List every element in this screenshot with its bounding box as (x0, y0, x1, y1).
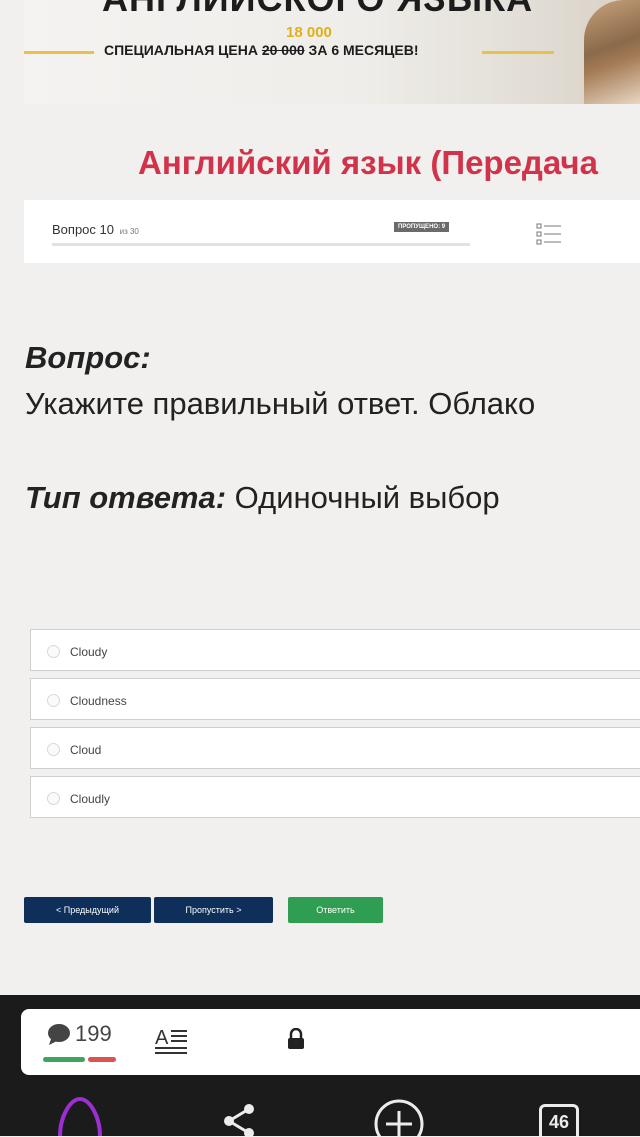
banner-offer-prefix: СПЕЦИАЛЬНАЯ ЦЕНА (104, 42, 258, 58)
answer-option[interactable]: Cloud (30, 727, 640, 769)
answer-option-label: Cloudy (70, 645, 108, 659)
promo-banner[interactable]: АНГЛИЙСКОГО ЯЗЫКА 18 000 СПЕЦИАЛЬНАЯ ЦЕН… (24, 0, 640, 104)
question-list-icon[interactable] (536, 222, 562, 246)
banner-offer: СПЕЦИАЛЬНАЯ ЦЕНА 20 000 ЗА 6 МЕСЯЦЕВ! (104, 42, 419, 58)
text-size-icon[interactable]: A (154, 1025, 188, 1057)
skipped-badge: ПРОПУЩЕНО: 9 (394, 222, 450, 232)
svg-text:A: A (155, 1027, 169, 1049)
question-counter: Вопрос 10 из 30 (52, 222, 139, 237)
question-number: Вопрос 10 (52, 222, 114, 237)
comments-button[interactable]: 199 (47, 1021, 112, 1047)
progress-card: Вопрос 10 из 30 ПРОПУЩЕНО: 9 (24, 200, 640, 263)
answer-option-label: Cloudness (70, 694, 127, 708)
radio-button[interactable] (47, 792, 60, 805)
answer-type: Тип ответа: Одиночный выбор (25, 480, 500, 516)
tabs-icon[interactable]: 46 (539, 1104, 579, 1136)
rating-positive-bar (43, 1057, 85, 1062)
previous-button[interactable]: < Предыдущий (24, 897, 151, 923)
action-card: 199 A (21, 1009, 640, 1075)
answer-option-label: Cloud (70, 743, 102, 757)
radio-button[interactable] (47, 645, 60, 658)
banner-accent-line-right (482, 51, 554, 54)
answer-type-label: Тип ответа: (25, 480, 227, 515)
banner-photo (584, 0, 640, 104)
comment-count: 199 (75, 1021, 112, 1046)
quiz-title: Английский язык (Передача (138, 144, 598, 181)
comment-icon (48, 1024, 70, 1045)
question-text: Укажите правильный ответ. Облако (25, 386, 536, 421)
answer-option[interactable]: Cloudy (30, 629, 640, 671)
rating-negative-bar (88, 1057, 116, 1062)
home-logo-icon[interactable] (56, 1097, 104, 1136)
tabs-count: 46 (548, 1112, 570, 1132)
add-icon[interactable] (372, 1097, 426, 1136)
banner-accent-line-left (24, 51, 94, 54)
banner-offer-suffix: ЗА 6 МЕСЯЦЕВ! (308, 42, 419, 58)
banner-old-price: 20 000 (261, 42, 305, 58)
banner-new-price: 18 000 (286, 24, 332, 41)
radio-button[interactable] (47, 743, 60, 756)
answer-option[interactable]: Cloudly (30, 776, 640, 818)
share-icon[interactable] (221, 1103, 257, 1136)
answer-option[interactable]: Cloudness (30, 678, 640, 720)
answer-button[interactable]: Ответить (288, 897, 383, 923)
progress-bar (52, 243, 470, 246)
lock-icon[interactable] (287, 1028, 305, 1050)
question-heading: Вопрос: (25, 340, 151, 375)
answer-type-value: Одиночный выбор (226, 480, 500, 515)
answer-option-label: Cloudly (70, 792, 111, 806)
banner-heading: АНГЛИЙСКОГО ЯЗЫКА (102, 0, 533, 20)
radio-button[interactable] (47, 694, 60, 707)
skip-button[interactable]: Пропустить > (154, 897, 273, 923)
question-total: из 30 (119, 227, 139, 236)
